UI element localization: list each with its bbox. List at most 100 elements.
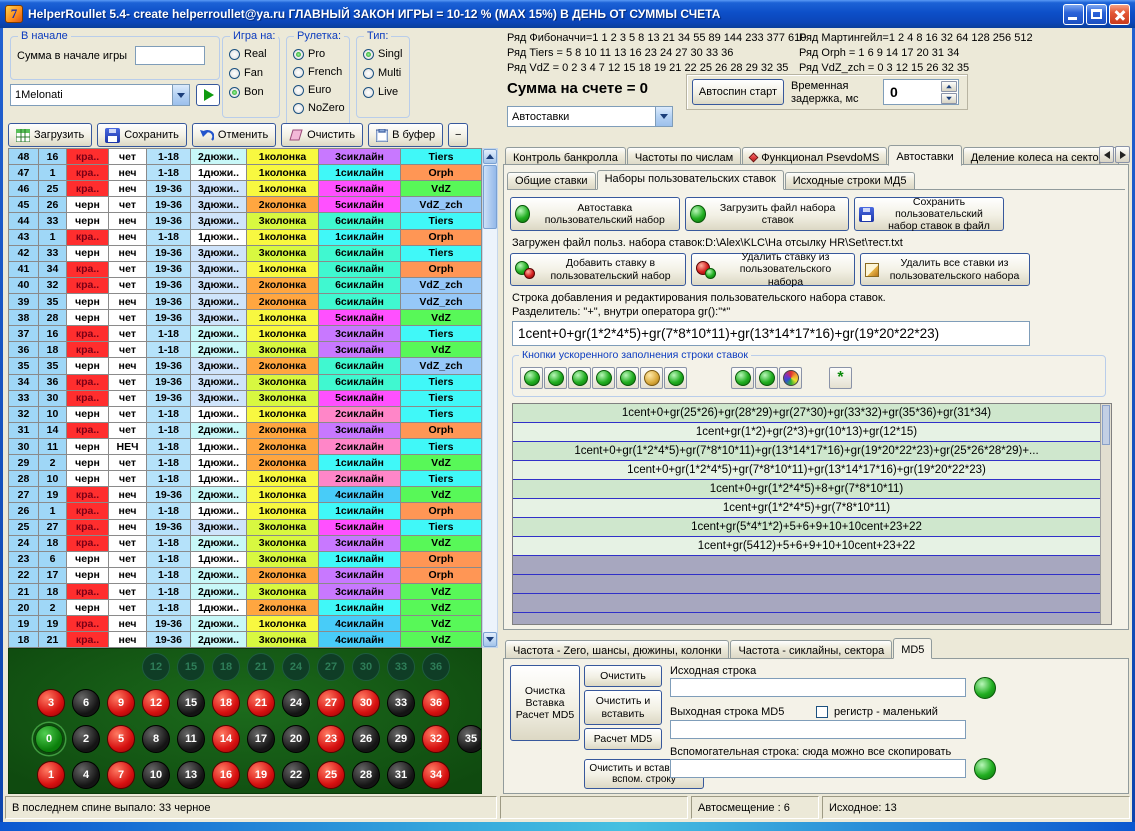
table-scrollbar[interactable] xyxy=(482,148,498,648)
quick-bet-chip-button[interactable] xyxy=(755,367,778,389)
table-row[interactable]: 3935черннеч19-363дюжи..2колонка6сиклайнV… xyxy=(9,294,482,310)
bet-list-item[interactable]: 1cent+0+gr(1*2*4*5)+gr(7*8*10*11)+gr(13*… xyxy=(513,442,1100,461)
board-number[interactable]: 14 xyxy=(212,725,240,753)
table-row[interactable]: 4526чернчет19-363дюжи..2колонка5сиклайнV… xyxy=(9,197,482,213)
bet-list-item[interactable]: 1cent+gr(5*4*1*2)+5+6+9+10+10cent+23+22 xyxy=(513,518,1100,537)
table-row[interactable]: 1919кра..неч19-362дюжи..1колонка4сиклайн… xyxy=(9,616,482,632)
board-number[interactable]: 15 xyxy=(177,689,205,717)
tab-freq-zero-chances[interactable]: Частота - Zero, шансы, дюжины, колонки xyxy=(505,640,729,658)
dropdown-arrow-icon[interactable] xyxy=(655,107,672,126)
table-row[interactable]: 2719кра..неч19-362дюжи..1колонка4сиклайн… xyxy=(9,487,482,503)
bet-string-input[interactable] xyxy=(512,321,1030,346)
board-number[interactable]: 0 xyxy=(35,725,63,753)
board-number[interactable]: 21 xyxy=(247,689,275,717)
board-number[interactable]: 27 xyxy=(317,689,345,717)
subtab-common-bets[interactable]: Общие ставки xyxy=(507,172,596,189)
board-number[interactable]: 18 xyxy=(212,689,240,717)
md5-output-input[interactable] xyxy=(670,720,966,739)
board-number[interactable]: 2 xyxy=(72,725,100,753)
radio-multi[interactable]: Multi xyxy=(363,67,401,79)
tab-psevdoms[interactable]: Функционал PsevdoMS xyxy=(742,147,887,165)
save-bet-set-file-button[interactable]: Сохранить пользовательский набор ставок … xyxy=(854,197,1004,231)
quick-bet-chip-button[interactable] xyxy=(568,367,591,389)
md5-all-in-one-button[interactable]: Очистка Вставка Расчет MD5 xyxy=(510,665,580,741)
quick-bet-multi-button[interactable] xyxy=(779,367,802,389)
board-number[interactable]: 26 xyxy=(352,725,380,753)
table-row[interactable]: 2118кра..чет1-182дюжи..3колонка3сиклайнV… xyxy=(9,584,482,600)
table-row[interactable]: 2217черннеч1-182дюжи..2колонка3сиклайнOr… xyxy=(9,568,482,584)
autospin-start-button[interactable]: Автоспин старт xyxy=(692,79,784,105)
collapse-button[interactable]: − xyxy=(448,123,468,147)
board-number[interactable]: 36 xyxy=(422,689,450,717)
table-row[interactable]: 4433черннеч19-363дюжи..3колонка6сиклайнT… xyxy=(9,213,482,229)
table-row[interactable]: 292чернчет1-181дюжи..2колонка1сиклайнVdZ xyxy=(9,455,482,471)
board-number[interactable]: 8 xyxy=(142,725,170,753)
delay-spinner[interactable]: 0 xyxy=(883,79,959,105)
board-number[interactable]: 1 xyxy=(37,761,65,789)
load-button[interactable]: Загрузить xyxy=(8,123,92,147)
md5-calc-button[interactable]: Расчет MD5 xyxy=(584,728,662,750)
tab-bankroll-control[interactable]: Контроль банкролла xyxy=(505,147,626,165)
start-sum-input[interactable] xyxy=(135,46,205,65)
tab-number-frequencies[interactable]: Частоты по числам xyxy=(627,147,741,165)
table-row[interactable]: 3618кра..чет1-182дюжи..3колонка3сиклайнV… xyxy=(9,342,482,358)
board-number[interactable]: 35 xyxy=(457,725,482,753)
table-row[interactable]: 4134кра..чет19-363дюжи..1колонка6сиклайн… xyxy=(9,262,482,278)
board-number[interactable]: 13 xyxy=(177,761,205,789)
bet-list-item[interactable]: 1cent+gr(1*2*4*5)+gr(7*8*10*11) xyxy=(513,499,1100,518)
bets-list-scroll-thumb[interactable] xyxy=(1102,405,1110,445)
md5-go-button[interactable] xyxy=(974,677,996,699)
md5-helper-input[interactable] xyxy=(670,759,966,778)
copy-to-buffer-button[interactable]: В буфер xyxy=(368,123,443,147)
board-number[interactable]: 19 xyxy=(247,761,275,789)
radio-french[interactable]: French xyxy=(293,66,342,78)
subtab-md5-source-strings[interactable]: Исходные строки МД5 xyxy=(785,172,915,189)
subtab-user-bet-sets[interactable]: Наборы пользовательских ставок xyxy=(597,170,784,190)
table-row[interactable]: 202чернчет1-181дюжи..2колонка1сиклайнVdZ xyxy=(9,600,482,616)
board-number[interactable]: 33 xyxy=(387,689,415,717)
autobets-dropdown[interactable]: Автоставки xyxy=(507,106,673,127)
quick-bet-chip-button[interactable] xyxy=(520,367,543,389)
quick-bet-chip-button[interactable] xyxy=(544,367,567,389)
board-number[interactable]: 16 xyxy=(212,761,240,789)
board-number[interactable]: 10 xyxy=(142,761,170,789)
table-row[interactable]: 236чернчет1-181дюжи..3колонка1сиклайнOrp… xyxy=(9,552,482,568)
scroll-up-button[interactable] xyxy=(483,149,497,164)
md5-lowercase-checkbox[interactable] xyxy=(816,706,828,718)
maximize-button[interactable] xyxy=(1086,4,1107,25)
spin-down-button[interactable] xyxy=(941,93,957,104)
delete-all-bets-button[interactable]: Удалить все ставки из пользовательского … xyxy=(860,253,1030,286)
board-number[interactable]: 28 xyxy=(352,761,380,789)
table-row[interactable]: 2810чернчет1-181дюжи..1колонка2сиклайнTi… xyxy=(9,471,482,487)
close-button[interactable] xyxy=(1109,4,1130,25)
preset-dropdown[interactable]: 1Melonati xyxy=(10,84,190,106)
table-row[interactable]: 3535черннеч19-363дюжи..2колонка6сиклайнV… xyxy=(9,358,482,374)
spin-up-button[interactable] xyxy=(941,81,957,92)
board-number[interactable]: 29 xyxy=(387,725,415,753)
table-row[interactable]: 471кра..неч1-181дюжи..1колонка1сиклайнOr… xyxy=(9,165,482,181)
board-number[interactable]: 34 xyxy=(422,761,450,789)
board-number[interactable]: 22 xyxy=(282,761,310,789)
bet-list-item[interactable]: 1cent+0+gr(25*26)+gr(28*29)+gr(27*30)+gr… xyxy=(513,404,1100,423)
play-button[interactable] xyxy=(196,84,220,106)
tab-autobets[interactable]: Автоставки xyxy=(888,145,961,166)
table-row[interactable]: 3716кра..чет1-182дюжи..1колонка3сиклайнT… xyxy=(9,326,482,342)
table-row[interactable]: 2418кра..чет1-182дюжи..3колонка3сиклайнV… xyxy=(9,536,482,552)
quick-bet-chip-button[interactable] xyxy=(616,367,639,389)
md5-source-input[interactable] xyxy=(670,678,966,697)
table-row[interactable]: 4625кра..неч19-363дюжи..1колонка5сиклайн… xyxy=(9,181,482,197)
autobet-user-set-button[interactable]: Автоставка пользовательский набор xyxy=(510,197,680,231)
minimize-button[interactable] xyxy=(1063,4,1084,25)
board-number[interactable]: 7 xyxy=(107,761,135,789)
board-number[interactable]: 4 xyxy=(72,761,100,789)
clear-button[interactable]: Очистить xyxy=(281,123,363,147)
tab-scroll-right-button[interactable] xyxy=(1115,146,1130,163)
table-row[interactable]: 3210чернчет1-181дюжи..1колонка2сиклайнTi… xyxy=(9,407,482,423)
bet-list-item[interactable]: 1cent+gr(1*2)+gr(2*3)+gr(10*13)+gr(12*15… xyxy=(513,423,1100,442)
table-row[interactable]: 431кра..неч1-181дюжи..1колонка1сиклайнOr… xyxy=(9,230,482,246)
table-row[interactable]: 4816кра..чет1-182дюжи..1колонка3сиклайнT… xyxy=(9,149,482,165)
radio-bon[interactable]: Bon xyxy=(229,86,264,98)
board-number[interactable]: 25 xyxy=(317,761,345,789)
radio-pro[interactable]: Pro xyxy=(293,48,325,60)
board-number[interactable]: 11 xyxy=(177,725,205,753)
